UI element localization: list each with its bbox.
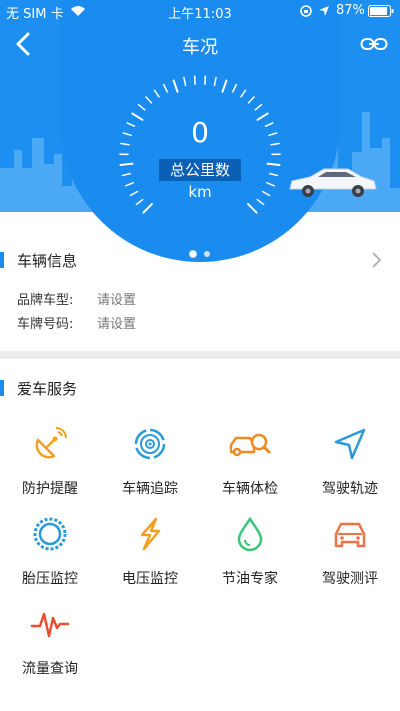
odometer-value: 0 [191,116,209,149]
page-title: 车况 [182,37,218,58]
battery-icon [368,5,394,17]
odometer-gauge-ticks [119,75,281,214]
service-label: 胎压监控 [22,571,78,587]
info-value: 请设置 [97,317,137,332]
services-header: 爱车服务 [0,376,400,400]
location-arrow-icon [319,6,329,16]
odometer-label: 总公里数km [159,159,241,201]
info-value: 请设置 [97,293,137,308]
gauge-tick [221,79,228,93]
gauge-tick [137,103,146,111]
gauge-tick [153,89,160,98]
navigation-bar: 车况 [0,22,400,66]
service-label: 驾驶轨迹 [322,481,378,497]
tire-icon [33,517,67,551]
service-label: 防护提醒 [22,481,78,497]
gauge-tick [129,190,139,197]
section-title: 爱车服务 [17,380,78,398]
gauge-tick [256,198,265,206]
car-search-icon [229,433,271,457]
section-divider [0,351,400,359]
gauge-tick [172,79,179,93]
gauge-tick [247,203,258,214]
gauge-tick [247,96,255,104]
gauge-tick [135,198,144,206]
gauge-tick [231,83,238,93]
gauge-tick [119,162,134,166]
gauge-tick [240,89,247,98]
service-vehicle-tracking[interactable]: 车辆追踪 [100,422,200,504]
service-data-usage[interactable]: 流量查询 [0,602,100,684]
service-label: 流量查询 [22,661,78,677]
info-label: 车牌号码: [17,317,74,332]
page-indicator[interactable] [186,242,214,261]
service-label: 驾驶测评 [322,571,378,587]
gauge-tick [142,203,153,214]
navigation-arrow-icon [334,428,366,460]
gauge-tick [213,76,217,87]
gauge-tick [193,75,196,85]
gauge-tick [125,182,134,187]
gauge-tick [261,190,271,197]
service-tire-pressure[interactable]: 胎压监控 [0,512,100,594]
car-illustration [289,168,377,197]
gauge-tick [183,76,187,87]
rotation-lock-icon [300,5,312,17]
info-label: 品牌车型: [17,293,74,308]
service-label: 节油专家 [222,571,278,587]
drop-icon [237,516,263,552]
gauge-tick [266,182,275,187]
gauge-tick [162,83,169,93]
link-icon[interactable] [360,36,388,52]
service-driving-evaluation[interactable]: 驾驶测评 [300,512,400,594]
gauge-tick [121,172,131,177]
gauge-tick [266,162,281,166]
target-icon [134,428,166,460]
status-bar: 无 SIM 卡 上午11:03 87% [0,0,400,22]
service-vehicle-checkup[interactable]: 车辆体检 [200,422,300,504]
section-title: 车辆信息 [17,252,78,270]
service-voltage-monitor[interactable]: 电压监控 [100,512,200,594]
service-fuel-saving[interactable]: 节油专家 [200,512,300,594]
gauge-tick [269,172,279,177]
gauge-tick [145,96,153,104]
page-dot-active[interactable] [190,251,196,257]
service-label: 车辆追踪 [122,481,178,497]
gauge-tick [254,103,263,111]
section-accent-bar [0,252,4,268]
service-label: 电压监控 [122,571,178,587]
info-row-brand[interactable]: 品牌车型: 请设置 [17,289,136,308]
car-icon [334,522,366,548]
lightning-icon [140,517,161,551]
page-dot[interactable] [204,251,210,257]
service-label: 车辆体检 [222,481,278,497]
service-driving-track[interactable]: 驾驶轨迹 [300,422,400,504]
battery-percent: 87% [336,3,365,18]
satellite-dish-icon [35,427,67,459]
info-row-plate[interactable]: 车牌号码: 请设置 [17,313,136,332]
service-protection-alert[interactable]: 防护提醒 [0,422,100,504]
gauge-tick [204,75,207,85]
pulse-icon [30,612,70,638]
chevron-right-icon[interactable] [370,251,382,269]
section-accent-bar [0,380,4,396]
